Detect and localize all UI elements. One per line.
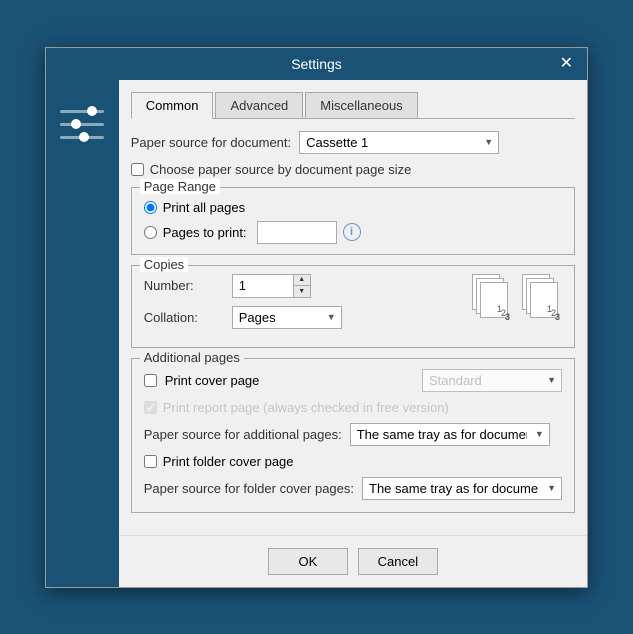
paper-source-additional-wrapper: The same tray as for documents [350, 423, 550, 446]
number-input[interactable] [233, 275, 293, 296]
cover-standard-wrapper: Standard [422, 369, 562, 392]
paper-source-select-wrapper: Cassette 1 [299, 131, 499, 154]
title-bar: Settings ✕ [46, 48, 587, 80]
folder-cover-checkbox[interactable] [144, 455, 157, 468]
page-range-group: Page Range Print all pages Pages to prin… [131, 187, 575, 255]
choose-paper-row: Choose paper source by document page siz… [131, 162, 575, 177]
slider-3 [60, 136, 104, 139]
radio-group: Print all pages Pages to print: i [144, 200, 562, 244]
report-page-label: Print report page (always checked in fre… [163, 400, 449, 415]
slider-handle-2 [71, 119, 81, 129]
page-range-label: Page Range [140, 179, 220, 194]
paper-source-additional-label: Paper source for additional pages: [144, 427, 342, 442]
cancel-button[interactable]: Cancel [358, 548, 438, 575]
collation-icons: 3 2 1 3 2 1 [472, 274, 562, 324]
paper-source-select[interactable]: Cassette 1 [299, 131, 499, 154]
report-page-checkbox [144, 401, 157, 414]
pages-to-print-row: Pages to print: i [144, 221, 562, 244]
collation-select[interactable]: Pages Documents [232, 306, 342, 329]
info-icon[interactable]: i [343, 223, 361, 241]
collation-row: Collation: Pages Documents [144, 306, 452, 329]
slider-2 [60, 123, 104, 126]
paper-source-folder-row: Paper source for folder cover pages: The… [144, 477, 562, 500]
slider-handle-1 [87, 106, 97, 116]
close-button[interactable]: ✕ [558, 56, 575, 72]
sidebar-sliders [60, 110, 104, 139]
cover-page-row: Print cover page Standard [144, 369, 562, 392]
paper-source-additional-select[interactable]: The same tray as for documents [350, 423, 550, 446]
copies-label: Copies [140, 257, 188, 272]
additional-pages-group: Additional pages Print cover page Standa… [131, 358, 575, 513]
pages-to-print-radio[interactable] [144, 226, 157, 239]
paper-source-folder-select[interactable]: The same tray as for documents [362, 477, 562, 500]
sidebar [46, 80, 119, 587]
number-label: Number: [144, 278, 224, 293]
tab-miscellaneous[interactable]: Miscellaneous [305, 92, 417, 118]
dialog-title: Settings [230, 56, 402, 72]
collation-icon-2: 3 2 1 [522, 274, 562, 324]
print-all-label: Print all pages [163, 200, 245, 215]
report-page-row: Print report page (always checked in fre… [144, 400, 562, 415]
cover-page-label: Print cover page [165, 373, 414, 388]
paper-source-label: Paper source for document: [131, 135, 291, 150]
tab-common[interactable]: Common [131, 92, 214, 119]
main-area: Common Advanced Miscellaneous Paper sour… [119, 80, 587, 587]
ok-button[interactable]: OK [268, 548, 348, 575]
number-input-wrapper: ▲ ▼ [232, 274, 311, 298]
paper-source-row: Paper source for document: Cassette 1 [131, 131, 575, 154]
cover-page-checkbox[interactable] [144, 374, 157, 387]
pages-to-print-label: Pages to print: [163, 225, 247, 240]
paper-source-folder-wrapper: The same tray as for documents [362, 477, 562, 500]
collation-icon-1: 3 2 1 [472, 274, 512, 324]
slider-handle-3 [79, 132, 89, 142]
additional-pages-label: Additional pages [140, 350, 244, 365]
dialog-footer: OK Cancel [119, 535, 587, 587]
paper-source-folder-label: Paper source for folder cover pages: [144, 481, 354, 496]
folder-cover-row: Print folder cover page [144, 454, 562, 469]
copies-number-row: Number: ▲ ▼ [144, 274, 452, 298]
tabs: Common Advanced Miscellaneous [131, 92, 575, 119]
tab-advanced[interactable]: Advanced [215, 92, 303, 118]
main-content: Common Advanced Miscellaneous Paper sour… [119, 80, 587, 535]
copies-group: Copies Number: ▲ ▼ [131, 265, 575, 348]
collation-select-wrapper: Pages Documents [232, 306, 342, 329]
spin-down[interactable]: ▼ [294, 286, 310, 297]
collation-label: Collation: [144, 310, 224, 325]
spin-up[interactable]: ▲ [294, 275, 310, 286]
slider-1 [60, 110, 104, 113]
pages-to-print-input[interactable] [257, 221, 337, 244]
choose-paper-label: Choose paper source by document page siz… [150, 162, 412, 177]
settings-dialog: Settings ✕ Comm [45, 47, 588, 588]
dialog-body: Common Advanced Miscellaneous Paper sour… [46, 80, 587, 587]
print-all-radio[interactable] [144, 201, 157, 214]
print-all-row: Print all pages [144, 200, 562, 215]
choose-paper-checkbox[interactable] [131, 163, 144, 176]
folder-cover-label: Print folder cover page [163, 454, 294, 469]
paper-source-additional-row: Paper source for additional pages: The s… [144, 423, 562, 446]
spin-buttons: ▲ ▼ [293, 275, 310, 297]
cover-standard-select[interactable]: Standard [422, 369, 562, 392]
